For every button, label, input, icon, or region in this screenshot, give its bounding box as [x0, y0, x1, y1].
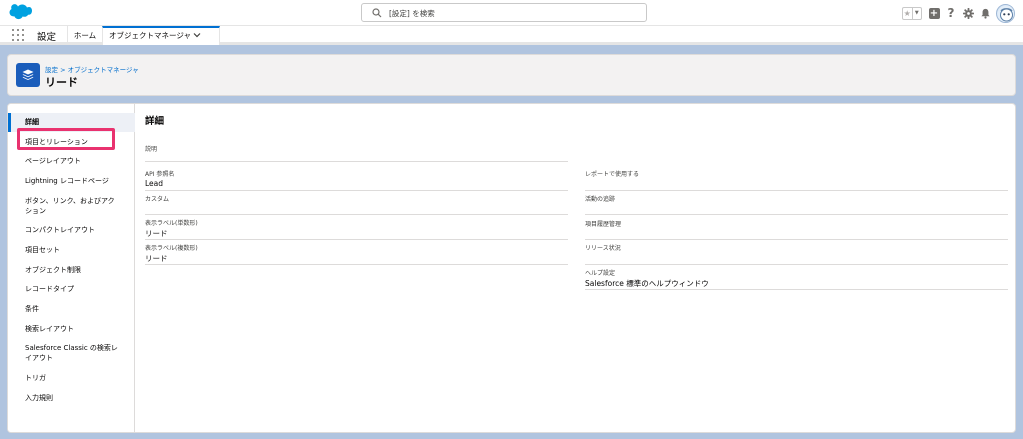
sidebar-item-object-limits[interactable]: オブジェクト制限 — [8, 265, 135, 275]
field-value: リード — [145, 229, 168, 238]
global-actions-button[interactable]: + — [928, 7, 940, 19]
tab-home[interactable]: ホーム — [67, 26, 102, 45]
page-header: 設定 > オブジェクトマネージャ リード — [7, 54, 1016, 96]
field-label-plural: 表示ラベル(複数形) リード — [145, 240, 568, 265]
field-help-settings: ヘルプ設定 Salesforce 標準のヘルプウィンドウ — [585, 265, 1008, 290]
favorites-button[interactable]: ★ ▼ — [902, 6, 922, 20]
tab-object-manager-label: オブジェクトマネージャ — [109, 31, 191, 40]
field-api-name: API 参照名 Lead — [145, 167, 568, 191]
context-bar: 設定 ホーム オブジェクトマネージャ — [0, 26, 1023, 45]
field-deployment-status: リリース状況 — [585, 240, 1008, 265]
details-panel: 詳細 説明 API 参照名 Lead カスタム 表示ラベル(単数形) リード 表… — [136, 104, 1015, 432]
search-placeholder: [設定] を検索 — [389, 9, 435, 18]
field-track-activities: 活動の追跡 — [585, 191, 1008, 215]
avatar-image — [997, 5, 1014, 22]
field-label: ヘルプ設定 — [585, 270, 616, 277]
app-name: 設定 — [37, 32, 57, 43]
sidebar-item-buttons-links-actions[interactable]: ボタン、リンク、およびアクション — [8, 196, 118, 216]
field-label: 表示ラベル(単数形) — [145, 220, 198, 227]
sidebar-item-lightning-record-pages[interactable]: Lightning レコードページ — [8, 176, 135, 186]
header-utility-icons: ★ ▼ + ? — [902, 2, 1015, 24]
page-title: リード — [45, 76, 78, 89]
bell-icon — [980, 8, 990, 19]
object-detail-card: 詳細 項目とリレーション ページレイアウト Lightning レコードページ … — [7, 103, 1016, 433]
field-value: Salesforce 標準のヘルプウィンドウ — [585, 279, 709, 288]
search-input[interactable]: [設定] を検索 — [361, 3, 647, 22]
gear-icon — [962, 7, 974, 19]
sidebar-item-field-sets[interactable]: 項目セット — [8, 245, 135, 255]
field-history-tracking: 項目履歴管理 — [585, 215, 1008, 240]
sidebar-item-compact-layouts[interactable]: コンパクトレイアウト — [8, 225, 135, 235]
sidebar-item-classic-search-layouts[interactable]: Salesforce Classic の検索レイアウト — [8, 343, 120, 363]
plus-icon: + — [928, 7, 940, 19]
field-label: 項目履歴管理 — [585, 221, 622, 228]
sidebar-item-conditions[interactable]: 条件 — [8, 304, 135, 314]
help-button[interactable]: ? — [945, 6, 957, 20]
chevron-down-icon[interactable] — [193, 31, 201, 39]
field-label: カスタム — [145, 196, 170, 203]
sidebar-item-page-layouts[interactable]: ページレイアウト — [8, 156, 135, 166]
avatar[interactable] — [996, 3, 1015, 23]
field-allow-reports: レポートで使用する — [585, 167, 1008, 191]
field-label: レポートで使用する — [585, 171, 640, 178]
sidebar-item-validation-rules[interactable]: 入力規則 — [8, 393, 135, 403]
breadcrumb[interactable]: 設定 > オブジェクトマネージャ — [45, 64, 139, 74]
search-icon — [372, 8, 382, 18]
global-header: [設定] を検索 ★ ▼ + ? — [0, 0, 1023, 26]
salesforce-cloud-logo[interactable] — [8, 4, 32, 21]
field-label-singular: 表示ラベル(単数形) リード — [145, 215, 568, 240]
chevron-down-icon[interactable]: ▼ — [913, 8, 922, 19]
layers-icon — [16, 63, 40, 87]
sidebar-item-record-types[interactable]: レコードタイプ — [8, 284, 135, 294]
tab-object-manager[interactable]: オブジェクトマネージャ — [102, 26, 220, 45]
sidebar-item-triggers[interactable]: トリガ — [8, 373, 135, 383]
field-label: 説明 — [145, 146, 158, 153]
help-icon: ? — [947, 6, 955, 20]
sidebar-item-search-layouts[interactable]: 検索レイアウト — [8, 324, 135, 334]
field-value: Lead — [145, 179, 164, 188]
field-label: リリース状況 — [585, 245, 621, 252]
star-icon[interactable]: ★ — [903, 7, 913, 19]
field-value: リード — [145, 254, 168, 263]
object-sidebar: 詳細 項目とリレーション ページレイアウト Lightning レコードページ … — [8, 104, 135, 432]
field-label: 活動の追跡 — [585, 196, 616, 203]
highlight-annotation — [17, 128, 115, 150]
field-label: 表示ラベル(複数形) — [145, 245, 198, 252]
notifications-button[interactable] — [979, 7, 991, 19]
field-label: API 参照名 — [145, 171, 175, 178]
app-launcher-icon[interactable] — [12, 29, 24, 41]
field-custom: カスタム — [145, 191, 568, 215]
field-description: 説明 — [145, 141, 568, 162]
setup-button[interactable] — [962, 7, 974, 19]
details-title: 詳細 — [145, 116, 165, 127]
